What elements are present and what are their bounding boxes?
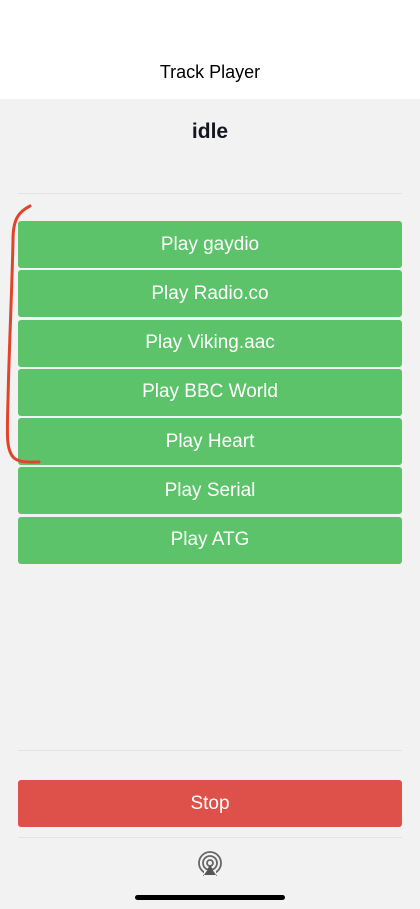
- home-indicator: [135, 895, 285, 900]
- play-bbc-world-button[interactable]: Play BBC World: [18, 368, 402, 416]
- player-status: idle: [191, 120, 229, 143]
- airplay-icon[interactable]: [196, 850, 224, 878]
- play-viking-aac-button[interactable]: Play Viking.aac: [18, 319, 402, 367]
- play-radio-co-button[interactable]: Play Radio.co: [18, 270, 402, 318]
- divider-top: [18, 193, 402, 194]
- page-title: Track Player: [159, 62, 261, 82]
- play-serial-button[interactable]: Play Serial: [18, 467, 402, 515]
- play-heart-button[interactable]: Play Heart: [18, 418, 402, 466]
- play-gaydio-button[interactable]: Play gaydio: [18, 221, 402, 268]
- navigation-bar: Track Player: [0, 0, 420, 99]
- stop-button[interactable]: Stop: [18, 780, 402, 827]
- divider-footer: [18, 837, 402, 838]
- divider-bottom: [18, 750, 402, 751]
- play-atg-button[interactable]: Play ATG: [18, 516, 402, 564]
- track-list: Play gaydio Play Radio.co Play Viking.aa…: [18, 221, 402, 566]
